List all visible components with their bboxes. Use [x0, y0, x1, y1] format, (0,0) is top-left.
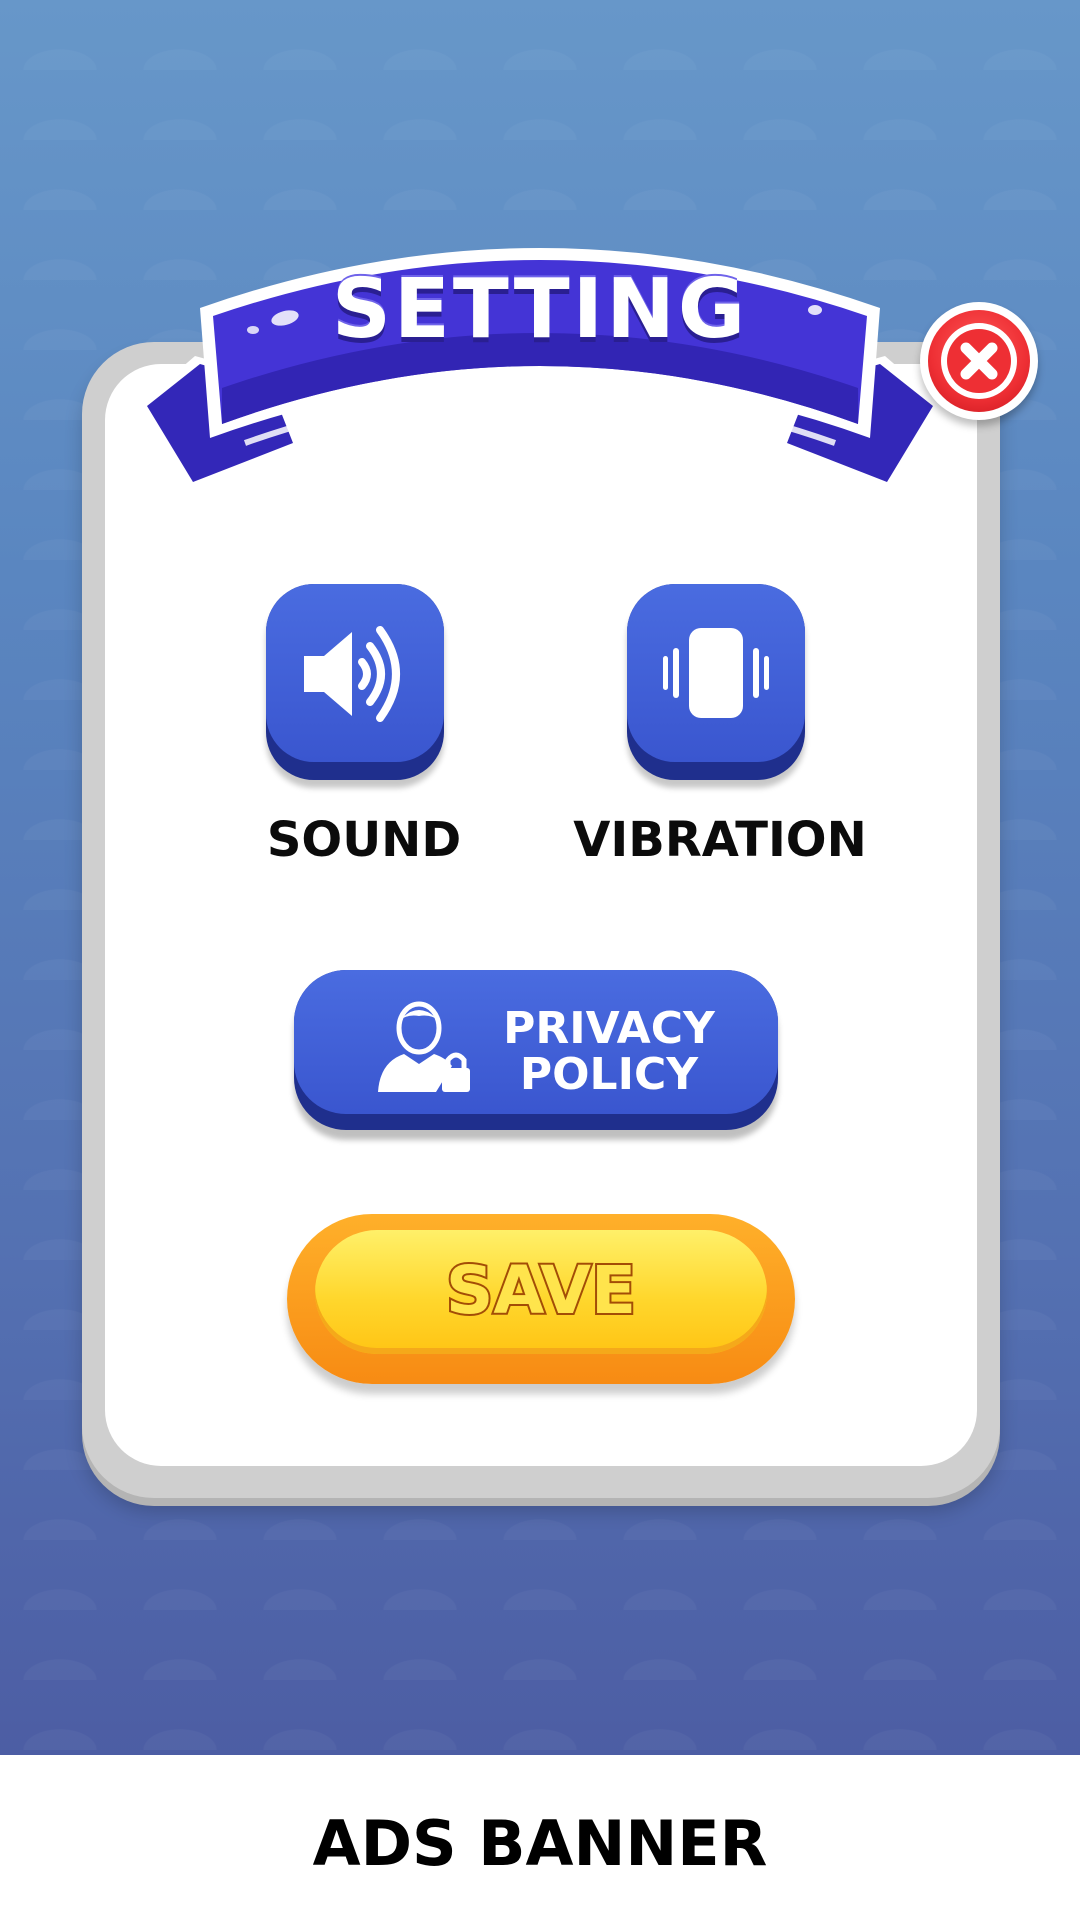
close-icon [941, 323, 1017, 399]
save-button[interactable]: SAVE [287, 1214, 795, 1384]
user-lock-icon [378, 1001, 470, 1092]
save-label: SAVE [444, 1250, 638, 1331]
page-title: SETTING [331, 262, 749, 357]
speaker-icon [304, 626, 400, 722]
vibration-icon [663, 628, 769, 718]
vibration-label: VIBRATION [573, 812, 867, 868]
close-button[interactable] [920, 302, 1038, 420]
ads-banner[interactable]: ADS BANNER [0, 1755, 1080, 1920]
sound-label: SOUND [266, 812, 462, 868]
privacy-line-1: PRIVACY [503, 1003, 715, 1054]
vibration-toggle-button[interactable] [627, 584, 805, 780]
privacy-line-2: POLICY [519, 1049, 699, 1100]
sound-toggle-button[interactable] [266, 584, 444, 780]
privacy-policy-label: PRIVACY POLICY [479, 1006, 739, 1098]
privacy-policy-button[interactable]: PRIVACY POLICY [294, 970, 778, 1130]
ads-banner-label: ADS BANNER [312, 1807, 768, 1880]
